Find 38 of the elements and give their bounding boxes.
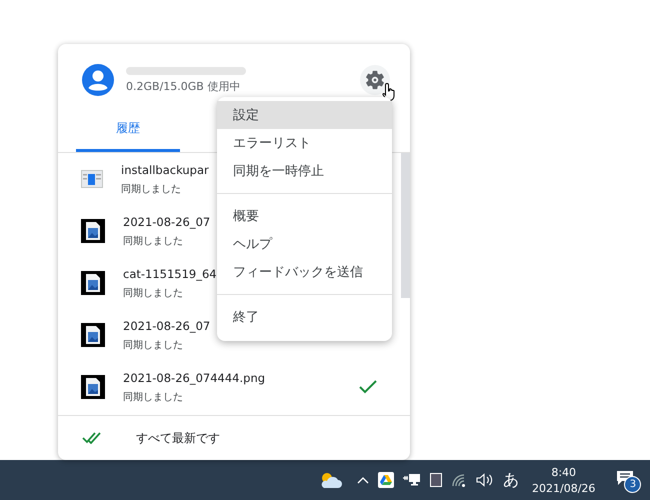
menu-item[interactable]: 概要 bbox=[217, 202, 392, 230]
image-file-icon bbox=[81, 375, 105, 399]
menu-item[interactable]: ヘルプ bbox=[217, 230, 392, 258]
chevron-up-icon[interactable] bbox=[357, 476, 369, 484]
sync-status: 同期しました bbox=[123, 338, 183, 352]
scrollbar[interactable] bbox=[401, 153, 410, 298]
sync-status: 同期しました bbox=[123, 234, 183, 248]
menu-item[interactable]: 設定 bbox=[217, 101, 392, 129]
tab[interactable]: 履歴 bbox=[76, 108, 180, 152]
sync-status: 同期しました bbox=[121, 182, 181, 196]
input-method-indicator[interactable]: あ bbox=[503, 470, 519, 490]
sync-status: 同期しました bbox=[123, 390, 183, 404]
menu-item[interactable]: エラーリスト bbox=[217, 129, 392, 157]
image-file-icon bbox=[81, 219, 105, 243]
image-file-icon bbox=[81, 271, 105, 295]
settings-button[interactable] bbox=[360, 65, 390, 95]
file-name: installbackupar bbox=[121, 162, 209, 176]
menu-item[interactable]: フィードバックを送信 bbox=[217, 258, 392, 286]
wifi-icon[interactable] bbox=[451, 473, 467, 487]
gear-icon bbox=[364, 69, 386, 91]
file-name: 2021-08-26_074444.png bbox=[123, 370, 266, 384]
drive-icon[interactable] bbox=[378, 472, 394, 488]
file-name: 2021-08-26_07 bbox=[123, 214, 210, 228]
speaker-icon[interactable] bbox=[476, 473, 494, 487]
file-name: cat-1151519_64 bbox=[123, 266, 217, 280]
clock[interactable]: 8:40 2021/08/26 bbox=[528, 466, 600, 494]
app-file-icon bbox=[81, 170, 103, 188]
file-name: 2021-08-26_07 bbox=[123, 318, 210, 332]
sync-status: 同期しました bbox=[123, 286, 183, 300]
menu-item[interactable]: 終了 bbox=[217, 303, 392, 331]
menu-item[interactable]: 同期を一時停止 bbox=[217, 157, 392, 185]
storage-usage: 0.2GB/15.0GB 使用中 bbox=[126, 78, 242, 94]
status-message: すべて最新です bbox=[136, 430, 220, 446]
notification-count-badge: 3 bbox=[624, 476, 642, 493]
image-file-icon bbox=[81, 323, 105, 347]
avatar-icon bbox=[82, 64, 114, 96]
grid-square-icon[interactable] bbox=[430, 473, 442, 487]
network-pc-icon[interactable] bbox=[403, 473, 421, 487]
